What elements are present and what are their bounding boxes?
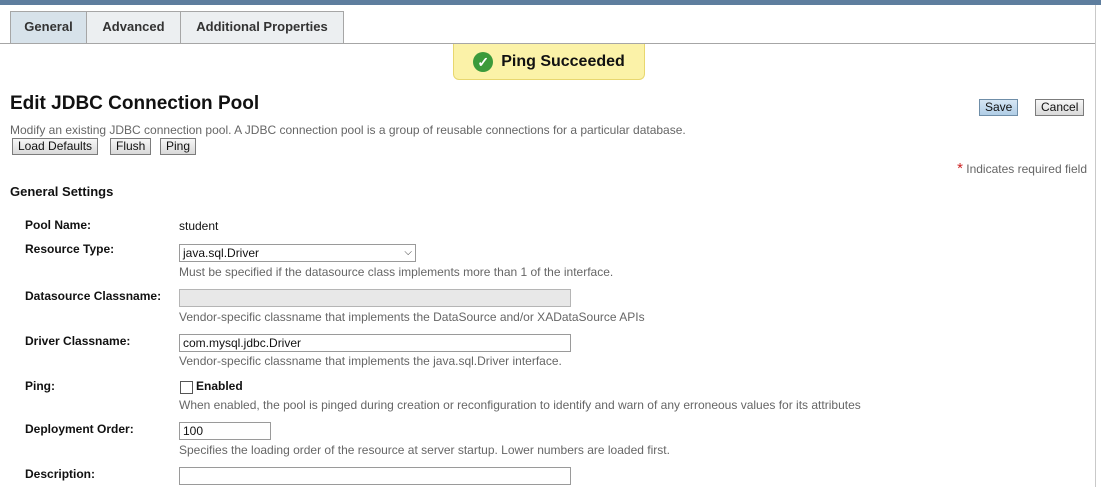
flush-button[interactable]: Flush [110,138,152,155]
check-circle-icon: ✓ [473,51,494,72]
deployment-order-input[interactable] [179,422,271,440]
save-button[interactable]: Save [979,99,1019,116]
deployment-order-hint: Specifies the loading order of the resou… [179,443,670,457]
tab-additional-properties[interactable]: Additional Properties [180,11,344,43]
description-label: Description: [25,467,96,481]
driver-classname-input[interactable] [179,334,571,352]
driver-classname-label: Driver Classname: [25,334,131,348]
required-note-text: Indicates required field [966,162,1087,176]
datasource-classname-hint: Vendor-specific classname that implement… [179,310,645,324]
resource-type-select[interactable]: java.sql.Driver ⌵ [179,244,416,262]
ping-enabled-checkbox[interactable] [180,381,193,394]
required-star: * [957,160,963,177]
description-input[interactable] [179,467,571,485]
ping-enabled-label[interactable]: Enabled [196,379,243,393]
alert-text: Ping Succeeded [501,52,625,70]
content-border [1095,5,1096,487]
chevron-down-icon: ⌵ [404,247,412,258]
resource-type-selected: java.sql.Driver [183,246,260,260]
section-title: General Settings [10,184,114,199]
page-title: Edit JDBC Connection Pool [10,93,260,114]
tab-advanced[interactable]: Advanced [86,11,181,43]
datasource-classname-label: Datasource Classname: [25,289,162,303]
ping-button[interactable]: Ping [160,138,197,155]
pool-name-value: student [179,219,219,233]
resource-type-hint: Must be specified if the datasource clas… [179,265,614,279]
load-defaults-button[interactable]: Load Defaults [12,138,99,155]
alert-message: ✓ Ping Succeeded [453,44,645,80]
pool-name-label: Pool Name: [25,218,92,232]
ping-label: Ping: [25,379,55,393]
ping-hint: When enabled, the pool is pinged during … [179,398,861,412]
cancel-button[interactable]: Cancel [1035,99,1085,116]
driver-classname-hint: Vendor-specific classname that implement… [179,354,562,368]
page-help-text: Modify an existing JDBC connection pool.… [10,123,686,137]
deployment-order-label: Deployment Order: [25,422,134,436]
tab-bar: General Advanced Additional Properties [0,5,1095,44]
required-field-note: * Indicates required field [957,160,1087,177]
datasource-classname-input[interactable] [179,289,571,307]
resource-type-label: Resource Type: [25,242,115,256]
tab-general[interactable]: General [10,11,87,43]
